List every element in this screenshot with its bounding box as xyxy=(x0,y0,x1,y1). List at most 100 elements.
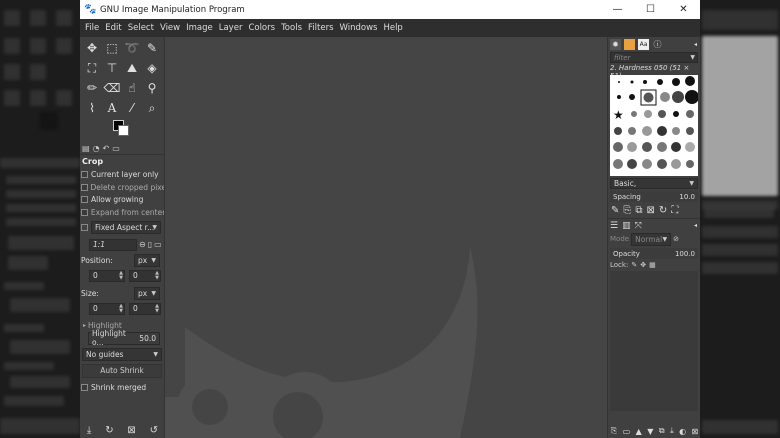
menu-colors[interactable]: Colors xyxy=(245,23,278,33)
document-history-tab-icon[interactable]: ⓘ xyxy=(652,39,663,50)
fixed-aspect-select[interactable]: Fixed Aspect r... ▼ xyxy=(91,221,161,235)
checkbox-box[interactable] xyxy=(81,383,88,391)
brush-tag-select[interactable]: Basic, ▼ xyxy=(610,178,698,189)
save-options-icon[interactable]: ⤓ xyxy=(87,425,91,436)
guides-select[interactable]: No guides ▼ xyxy=(82,347,162,361)
checkbox-box[interactable] xyxy=(81,208,88,216)
patterns-tab-icon[interactable] xyxy=(624,38,635,50)
smudge-tool-icon[interactable]: ☝ xyxy=(122,79,142,97)
lasso-tool-icon[interactable]: ➰ xyxy=(122,39,142,57)
menu-tools[interactable]: Tools xyxy=(278,23,305,33)
size-height-input[interactable]: 0 ▲ ▼ xyxy=(129,302,161,315)
dodge-tool-icon[interactable]: ⚲ xyxy=(142,79,162,97)
lock-pixels-icon[interactable]: ✎ xyxy=(631,261,637,269)
size-width-input[interactable]: 0 ▲ ▼ xyxy=(89,302,125,315)
layer-opacity-slider[interactable]: Opacity 100.0 xyxy=(610,248,698,259)
minimize-button[interactable]: — xyxy=(601,0,634,19)
mask-layer-icon[interactable]: ◐ xyxy=(679,427,686,436)
menu-help[interactable]: Help xyxy=(380,23,405,33)
close-button[interactable]: ✕ xyxy=(667,0,700,19)
menu-file[interactable]: File xyxy=(82,23,102,33)
undo-history-tab-icon[interactable]: ↶ xyxy=(103,144,110,153)
layer-list[interactable] xyxy=(610,271,698,411)
dock-menu-icon[interactable]: ◂ xyxy=(694,222,697,229)
move-tool-icon[interactable]: ✥ xyxy=(82,39,102,57)
rect-select-tool-icon[interactable]: ⬚ xyxy=(102,39,122,57)
menu-image[interactable]: Image xyxy=(183,23,216,33)
position-unit-select[interactable]: px ▼ xyxy=(134,254,160,268)
menu-filters[interactable]: Filters xyxy=(305,23,336,33)
lock-alpha-icon[interactable]: ▦ xyxy=(649,261,656,269)
expand-from-center-checkbox[interactable]: Expand from center xyxy=(80,206,164,219)
menu-windows[interactable]: Windows xyxy=(337,23,381,33)
delete-options-icon[interactable]: ⊠ xyxy=(127,425,135,436)
channels-tab-icon[interactable]: ▥ xyxy=(622,221,631,231)
raise-layer-icon[interactable]: ▲ xyxy=(636,427,642,436)
auto-shrink-button[interactable]: Auto Shrink xyxy=(82,363,162,378)
color-swatches[interactable] xyxy=(80,117,164,143)
new-brush-icon[interactable]: ⎘ xyxy=(623,205,631,216)
maximize-button[interactable]: ☐ xyxy=(634,0,667,19)
color-picker-tool-icon[interactable]: ⁄ xyxy=(122,99,142,117)
menu-edit[interactable]: Edit xyxy=(102,23,124,33)
text-tool-icon[interactable]: A xyxy=(102,99,122,117)
fonts-tab-icon[interactable]: Aa xyxy=(638,38,649,50)
position-x-input[interactable]: 0 ▲ ▼ xyxy=(89,269,125,282)
delete-brush-icon[interactable]: ⊠ xyxy=(647,205,655,216)
menu-layer[interactable]: Layer xyxy=(216,23,246,33)
new-group-icon[interactable]: ▭ xyxy=(623,427,631,436)
tool-options-tab-icon[interactable]: ▤ xyxy=(82,144,90,153)
lower-layer-icon[interactable]: ▼ xyxy=(647,427,653,436)
new-layer-icon[interactable]: ⎘ xyxy=(611,426,617,436)
menu-view[interactable]: View xyxy=(157,23,183,33)
shrink-merged-checkbox[interactable]: Shrink merged xyxy=(80,381,164,394)
size-unit-select[interactable]: px ▼ xyxy=(134,287,160,301)
portrait-icon[interactable]: ▯ xyxy=(148,240,152,249)
restore-options-icon[interactable]: ↻ xyxy=(105,425,113,436)
dock-menu-icon[interactable]: ◂ xyxy=(694,41,697,48)
open-as-image-icon[interactable]: ⛶ xyxy=(671,205,678,216)
duplicate-brush-icon[interactable]: ⧉ xyxy=(635,205,642,216)
crop-tool-icon[interactable]: ⛶ xyxy=(82,59,102,77)
device-status-tab-icon[interactable]: ◔ xyxy=(93,144,100,153)
merge-layer-icon[interactable]: ⤓ xyxy=(670,426,674,436)
checkbox-box[interactable] xyxy=(81,196,88,204)
layers-tab-icon[interactable]: ☰ xyxy=(610,221,618,231)
paths-tab-icon[interactable]: ⤧ xyxy=(635,221,642,231)
mode-options-icon[interactable]: ⊘ xyxy=(673,235,679,243)
allow-growing-checkbox[interactable]: Allow growing xyxy=(80,193,164,206)
fuzzy-select-tool-icon[interactable]: ✎ xyxy=(142,39,162,57)
aspect-ratio-input[interactable]: 1:1 xyxy=(89,238,137,251)
refresh-brushes-icon[interactable]: ↻ xyxy=(659,205,667,216)
eraser-tool-icon[interactable]: ⌫ xyxy=(102,79,122,97)
image-canvas[interactable] xyxy=(165,37,605,438)
brush-grid[interactable]: ★ xyxy=(610,75,698,176)
position-y-input[interactable]: 0 ▲ ▼ xyxy=(129,269,161,282)
landscape-icon[interactable]: ▭ xyxy=(154,240,162,249)
lock-position-icon[interactable]: ✥ xyxy=(640,261,646,269)
reset-options-icon[interactable]: ↺ xyxy=(150,425,158,436)
edit-brush-icon[interactable]: ✎ xyxy=(611,205,619,216)
checkbox-box[interactable] xyxy=(81,183,88,191)
images-tab-icon[interactable]: ▭ xyxy=(112,144,120,153)
highlight-opacity-slider[interactable]: Highlight o... 50.0 xyxy=(88,329,160,347)
brush-filter-input[interactable]: filter ▼ xyxy=(610,52,698,63)
duplicate-layer-icon[interactable]: ⧉ xyxy=(659,426,665,436)
paths-tool-icon[interactable]: ⌇ xyxy=(82,99,102,117)
warp-tool-icon[interactable]: ⛰ xyxy=(122,59,142,77)
paintbrush-tool-icon[interactable]: ✏ xyxy=(82,79,102,97)
background-color[interactable] xyxy=(118,125,129,136)
current-layer-only-checkbox[interactable]: Current layer only xyxy=(80,168,164,181)
layer-mode-select[interactable]: Normal ▼ xyxy=(631,232,672,246)
delete-cropped-checkbox[interactable]: Delete cropped pixels xyxy=(80,181,164,194)
zoom-tool-icon[interactable]: ⌕ xyxy=(142,99,162,117)
fixed-aspect-checkbox[interactable] xyxy=(81,224,88,232)
transform-tool-icon[interactable]: ⊤ xyxy=(102,59,122,77)
brushes-tab-icon[interactable]: ✹ xyxy=(610,38,621,50)
menu-select[interactable]: Select xyxy=(125,23,157,33)
checkbox-box[interactable] xyxy=(81,170,88,178)
bucket-fill-tool-icon[interactable]: ◈ xyxy=(142,59,162,77)
brush-spacing-slider[interactable]: Spacing 10.0 xyxy=(610,191,698,202)
reset-icon[interactable]: ⊖ xyxy=(139,240,146,249)
delete-layer-icon[interactable]: ⊠ xyxy=(692,427,699,436)
